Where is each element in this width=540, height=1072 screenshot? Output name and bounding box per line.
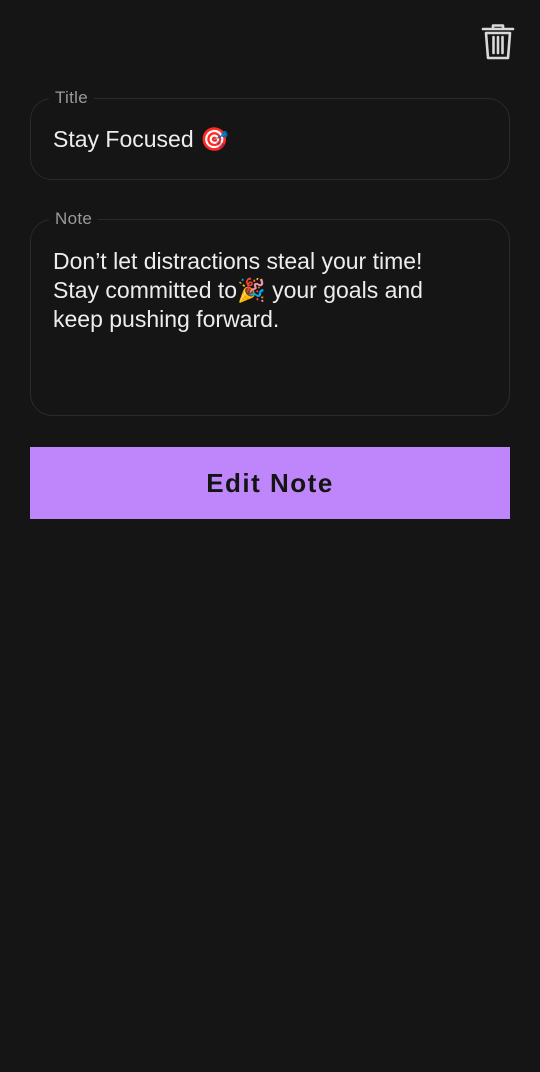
note-field[interactable]: Note Don’t let distractions steal your t… — [30, 209, 510, 416]
note-input[interactable]: Don’t let distractions steal your time! … — [53, 247, 487, 334]
title-field[interactable]: Title Stay Focused 🎯 — [30, 88, 510, 180]
edit-note-button[interactable]: Edit Note — [30, 447, 510, 519]
title-input[interactable]: Stay Focused 🎯 — [53, 125, 487, 154]
note-label: Note — [49, 209, 99, 229]
delete-button[interactable] — [480, 22, 516, 62]
trash-icon — [481, 24, 515, 60]
title-label: Title — [49, 88, 94, 108]
